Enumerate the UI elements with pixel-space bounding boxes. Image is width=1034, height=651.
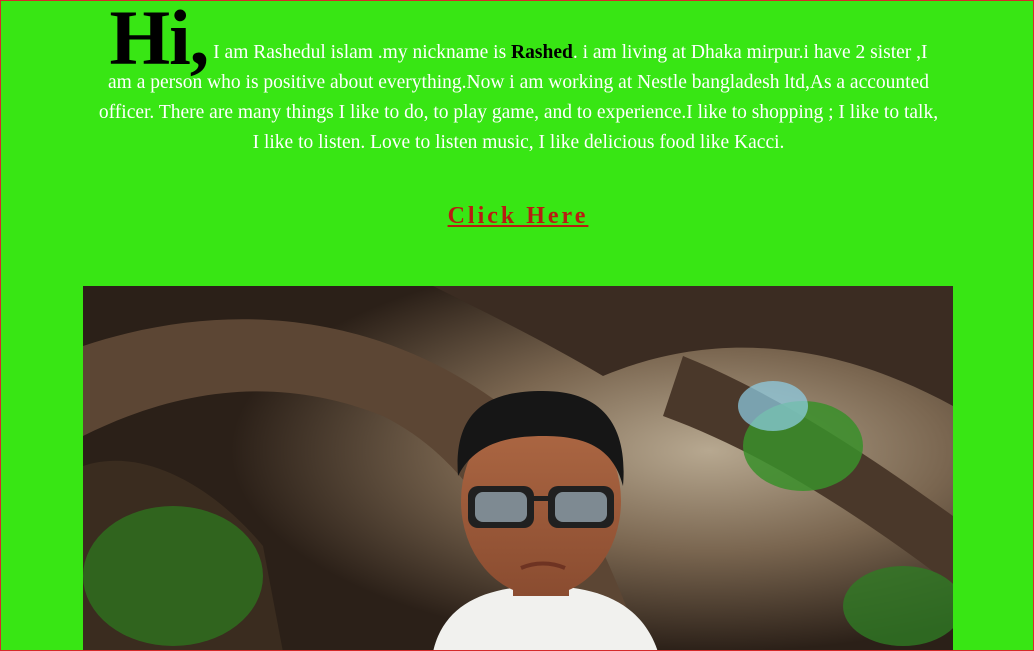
page: Hi, I am Rashedul islam .my nickname is … (0, 0, 1034, 651)
intro-paragraph: Hi, I am Rashedul islam .my nickname is … (96, 1, 941, 158)
profile-photo (83, 286, 953, 650)
intro-text-1: I am Rashedul islam .my nickname is (208, 42, 512, 63)
profile-photo-image (83, 286, 953, 650)
greeting-heading: Hi, (109, 0, 209, 81)
click-here-link[interactable]: Click Here (448, 203, 589, 229)
cta-container: Click Here (1, 203, 1033, 230)
nickname: Rashed (511, 42, 573, 63)
